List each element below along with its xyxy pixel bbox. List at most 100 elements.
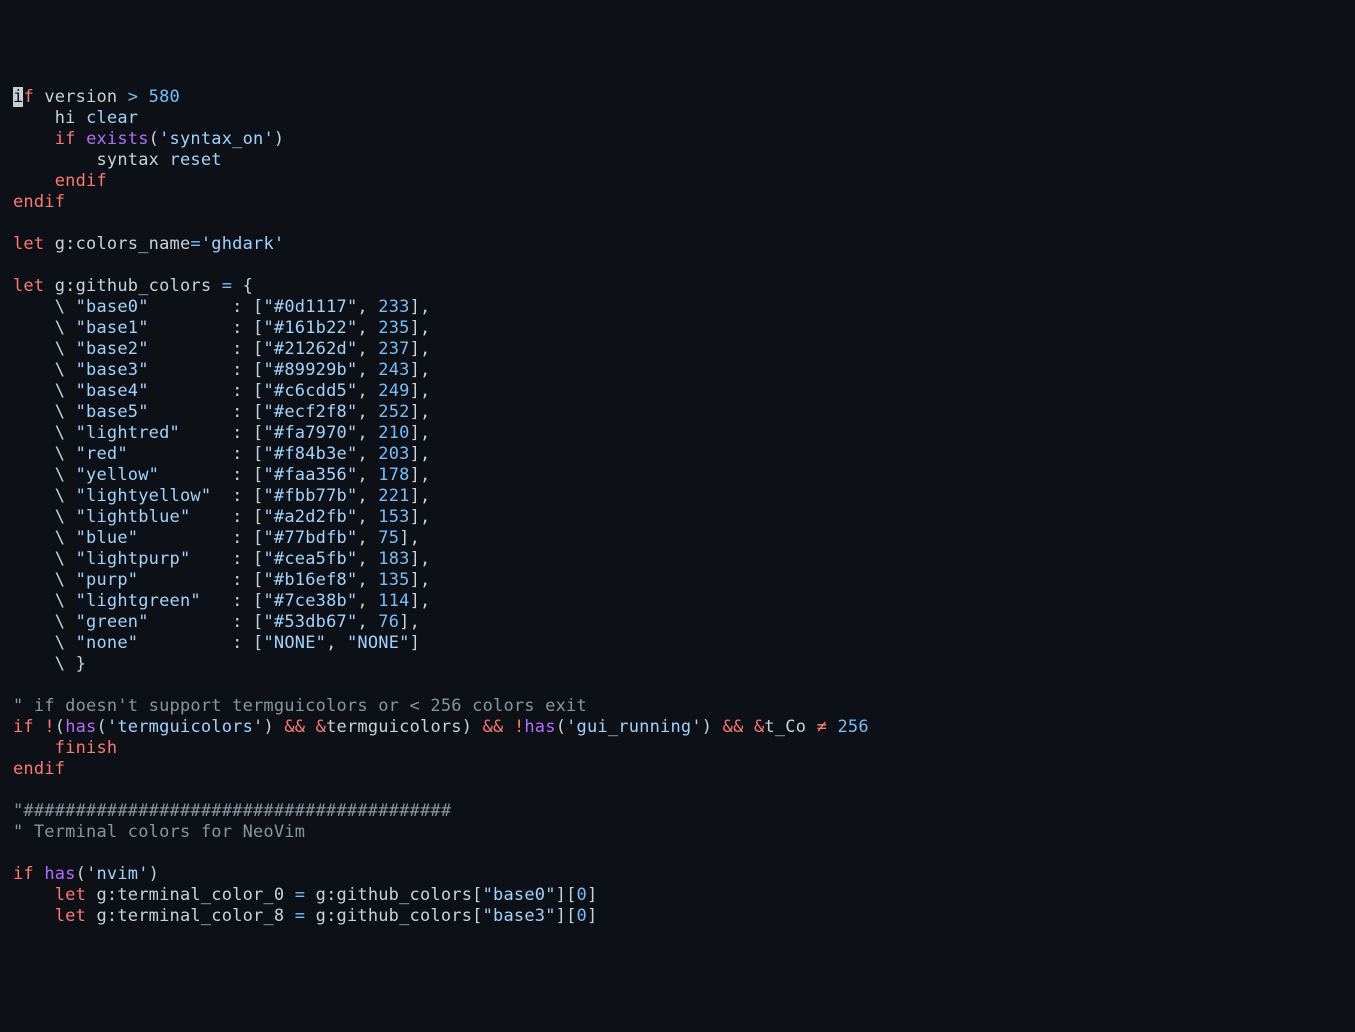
- string: 'ghdark': [201, 234, 284, 254]
- color-num: 233: [378, 297, 409, 317]
- variable: g:terminal_color_0: [97, 885, 285, 905]
- color-num: 114: [378, 591, 409, 611]
- color-hex: "#89929b": [263, 360, 357, 380]
- keyword-endif: endif: [13, 759, 65, 779]
- color-num: 243: [378, 360, 409, 380]
- bracket: ],: [410, 402, 431, 422]
- bracket: ],: [410, 339, 431, 359]
- string: "base3": [483, 906, 556, 926]
- keyword-finish: finish: [55, 738, 118, 758]
- bracket: ],: [410, 444, 431, 464]
- func-has: has: [524, 717, 555, 737]
- keyword-if: if: [13, 717, 34, 737]
- color-num: 183: [378, 549, 409, 569]
- color-num: 135: [378, 570, 409, 590]
- bracket: ],: [410, 465, 431, 485]
- func-has: has: [65, 717, 96, 737]
- color-num: 235: [378, 318, 409, 338]
- color-hex: "#7ce38b": [263, 591, 357, 611]
- string: 'gui_running': [566, 717, 702, 737]
- string: 'termguicolors': [107, 717, 264, 737]
- variable: g:terminal_color_8: [97, 906, 285, 926]
- color-num: 76: [378, 612, 399, 632]
- color-num: 178: [378, 465, 409, 485]
- identifier: version: [44, 87, 117, 107]
- bracket: ],: [399, 612, 420, 632]
- color-key: "lightgreen": [76, 591, 201, 611]
- color-hex: "#77bdfb": [263, 528, 357, 548]
- number: 0: [577, 885, 587, 905]
- color-key: "lightred": [76, 423, 180, 443]
- color-key: "purp": [76, 570, 139, 590]
- bracket: ],: [410, 318, 431, 338]
- operator-bang: !: [44, 717, 54, 737]
- brace-open: {: [243, 276, 253, 296]
- color-num: 210: [378, 423, 409, 443]
- keyword-syntax: syntax: [96, 150, 159, 170]
- number: 0: [577, 906, 587, 926]
- bracket: ],: [410, 507, 431, 527]
- keyword-if: if: [13, 864, 34, 884]
- color-hex: "#161b22": [263, 318, 357, 338]
- identifier: termguicolors: [326, 717, 462, 737]
- color-hex: "#21262d": [263, 339, 357, 359]
- syntax-reset: reset: [170, 150, 222, 170]
- color-key: "lightpurp": [76, 549, 191, 569]
- color-num: 153: [378, 507, 409, 527]
- comment: " Terminal colors for NeoVim: [13, 822, 305, 842]
- color-key: "base5": [76, 402, 149, 422]
- operator-and: &&: [483, 717, 504, 737]
- bracket: ],: [410, 297, 431, 317]
- brace-close: }: [76, 654, 86, 674]
- color-key: "lightblue": [76, 507, 191, 527]
- string: 'nvim': [86, 864, 149, 884]
- color-num: 221: [378, 486, 409, 506]
- color-hex: "#0d1117": [263, 297, 357, 317]
- keyword-if: f: [23, 87, 33, 107]
- color-hex: "#a2d2fb": [263, 507, 357, 527]
- color-key: "lightyellow": [76, 486, 212, 506]
- color-hex: "NONE": [263, 633, 326, 653]
- bracket: ],: [410, 486, 431, 506]
- color-hex: "#fa7970": [263, 423, 357, 443]
- keyword-hi: hi: [55, 108, 76, 128]
- color-key: "red": [76, 444, 128, 464]
- keyword-endif: endif: [55, 171, 107, 191]
- operator-gt: >: [128, 87, 138, 107]
- color-key: "yellow": [76, 465, 159, 485]
- bracket: ],: [410, 381, 431, 401]
- variable: g:github_colors: [316, 906, 473, 926]
- operator-neq: ≠: [817, 717, 827, 737]
- color-key: "none": [76, 633, 139, 653]
- identifier: t_Co: [764, 717, 806, 737]
- variable: g:colors_name: [55, 234, 191, 254]
- bracket: ],: [410, 360, 431, 380]
- hi-clear: clear: [86, 108, 138, 128]
- color-key: "base0": [76, 297, 149, 317]
- code-editor[interactable]: if version > 580 hi clear if exists('syn…: [0, 84, 1355, 927]
- variable: g:github_colors: [55, 276, 212, 296]
- operator-eq: =: [295, 885, 305, 905]
- color-hex: "#ecf2f8": [263, 402, 357, 422]
- operator-eq: =: [295, 906, 305, 926]
- color-hex: "#faa356": [263, 465, 357, 485]
- color-key: "blue": [76, 528, 139, 548]
- color-key: "green": [76, 612, 149, 632]
- color-num: 75: [378, 528, 399, 548]
- keyword-let: let: [55, 906, 86, 926]
- operator-eq: =: [190, 234, 200, 254]
- operator-amp: &: [754, 717, 764, 737]
- number: 256: [837, 717, 868, 737]
- bracket: ]: [410, 633, 420, 653]
- color-val: "NONE": [347, 633, 410, 653]
- keyword-endif: endif: [13, 192, 65, 212]
- color-hex: "#f84b3e": [263, 444, 357, 464]
- bracket: ],: [410, 549, 431, 569]
- bracket: ],: [410, 423, 431, 443]
- color-key: "base1": [76, 318, 149, 338]
- keyword-let: let: [55, 885, 86, 905]
- color-hex: "#53db67": [263, 612, 357, 632]
- color-hex: "#b16ef8": [263, 570, 357, 590]
- color-hex: "#fbb77b": [263, 486, 357, 506]
- operator-eq: =: [222, 276, 232, 296]
